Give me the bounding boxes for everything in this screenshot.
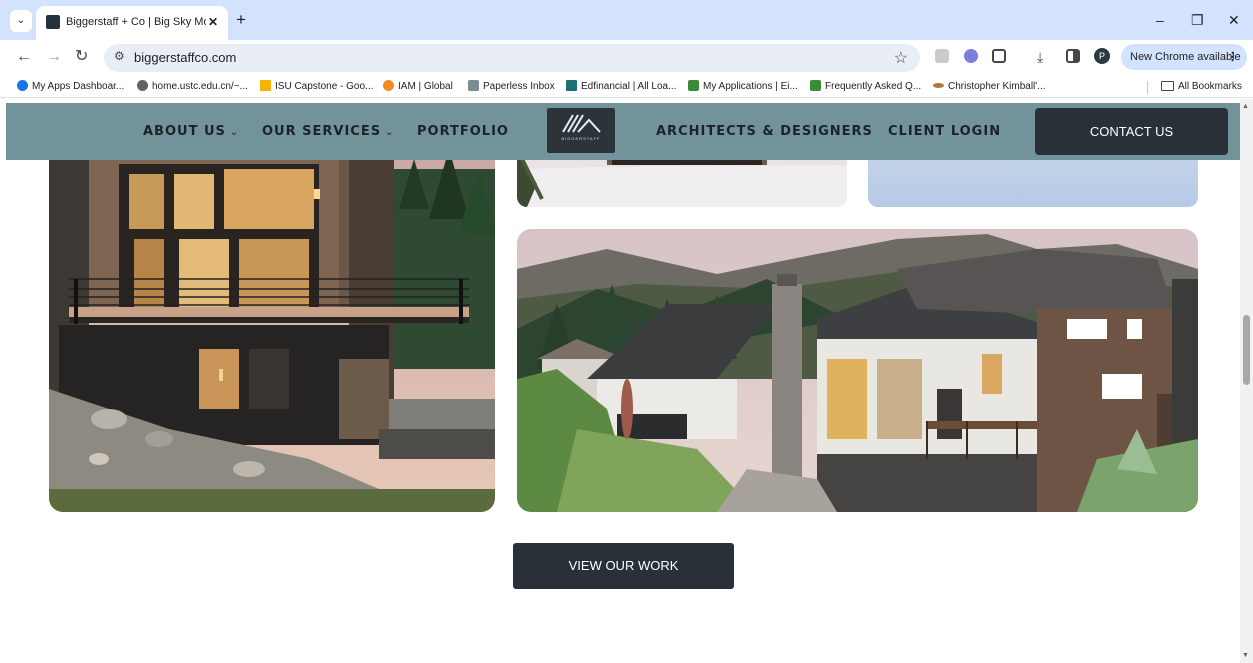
bookmark-item[interactable]: Christopher Kimball'... [933, 79, 1046, 94]
minimize-button[interactable]: – [1156, 10, 1164, 30]
bookmark-favicon-icon [688, 80, 699, 91]
site-favicon-icon [46, 15, 60, 29]
bookmark-favicon-icon [17, 80, 28, 91]
extension-icon[interactable] [935, 49, 949, 63]
logo-wordmark: BIGGERSTAFF [561, 136, 601, 141]
site-header: ABOUT US ⌄ OUR SERVICES ⌄ PORTFOLIO BIGGER… [6, 103, 1240, 160]
bookmark-item[interactable]: Paperless Inbox [468, 79, 555, 94]
nav-client-login[interactable]: CLIENT LOGIN [888, 123, 1001, 140]
tab-title: Biggerstaff + Co | Big Sky Mont [66, 16, 206, 28]
close-window-button[interactable]: ✕ [1228, 10, 1240, 30]
bookmark-star-icon[interactable]: ☆ [894, 48, 908, 68]
scroll-up-icon[interactable]: ▲ [1242, 103, 1249, 110]
side-panel-icon[interactable] [1066, 49, 1080, 63]
download-icon[interactable]: ⤓ [1037, 48, 1043, 66]
extension-flower-icon[interactable] [964, 49, 978, 63]
nav-architects-designers[interactable]: ARCHITECTS & DESIGNERS [656, 123, 873, 140]
site-info-icon[interactable]: ⚙ [114, 49, 125, 63]
all-bookmarks-folder[interactable]: All Bookmarks [1161, 79, 1242, 94]
new-tab-button[interactable]: + [236, 10, 246, 30]
back-button[interactable]: ← [16, 47, 32, 67]
folder-icon [1161, 81, 1174, 91]
bookmarks-divider [1147, 81, 1148, 94]
profile-avatar[interactable]: P [1094, 48, 1110, 64]
new-chrome-label: New Chrome available [1130, 51, 1241, 63]
contact-us-button[interactable]: CONTACT US [1035, 108, 1228, 155]
drive-icon [260, 80, 271, 91]
bookmark-favicon-icon [933, 83, 944, 88]
new-chrome-available-button[interactable]: New Chrome available ⋮ [1121, 44, 1247, 70]
bookmark-item[interactable]: Frequently Asked Q... [810, 79, 921, 94]
bookmark-item[interactable]: ISU Capstone - Goo... [260, 79, 373, 94]
scroll-down-icon[interactable]: ▼ [1242, 652, 1249, 659]
tab-close-icon[interactable]: ✕ [208, 14, 218, 30]
reload-button[interactable]: ↻ [75, 47, 88, 67]
bookmark-favicon-icon [383, 80, 394, 91]
url-text[interactable]: biggerstaffco.com [134, 50, 236, 66]
portfolio-photo-mountain-home[interactable] [517, 229, 1198, 512]
chevron-down-icon: ⌄ [385, 127, 395, 138]
house-photo-illustration [49, 129, 495, 512]
nav-portfolio[interactable]: PORTFOLIO [417, 123, 509, 140]
bookmark-item[interactable]: Edfinancial | All Loa... [566, 79, 676, 94]
bookmark-favicon-icon [468, 80, 479, 91]
tab-strip: ⌄ Biggerstaff + Co | Big Sky Mont ✕ + – … [0, 0, 1253, 40]
page-scrollbar[interactable]: ▲ ▼ [1240, 99, 1253, 663]
bookmark-item[interactable]: My Applications | Ei... [688, 79, 798, 94]
address-bar[interactable]: ⚙ biggerstaffco.com ☆ [104, 44, 920, 72]
forward-button[interactable]: → [46, 47, 62, 67]
bookmarks-bar: My Apps Dashboar... home.ustc.edu.cn/~..… [0, 76, 1253, 98]
browser-tab[interactable]: Biggerstaff + Co | Big Sky Mont ✕ [36, 6, 228, 40]
bookmark-item[interactable]: My Apps Dashboar... [17, 79, 124, 94]
bookmark-item[interactable]: IAM | Global [383, 79, 453, 94]
bookmark-item[interactable]: home.ustc.edu.cn/~... [137, 79, 248, 94]
restore-button[interactable]: ❐ [1191, 10, 1204, 30]
view-our-work-button[interactable]: VIEW OUR WORK [513, 543, 734, 589]
globe-icon [137, 80, 148, 91]
tab-search-button[interactable]: ⌄ [10, 10, 32, 32]
logo-mountain-icon [562, 114, 601, 133]
extensions-puzzle-icon[interactable] [992, 49, 1006, 63]
bookmark-favicon-icon [566, 80, 577, 91]
chevron-down-icon: ⌄ [229, 127, 240, 138]
nav-about-us[interactable]: ABOUT US ⌄ [143, 123, 239, 141]
page-viewport: ABOUT US ⌄ OUR SERVICES ⌄ PORTFOLIO BIGGER… [0, 99, 1240, 663]
chrome-menu-icon[interactable]: ⋮ [1227, 44, 1238, 70]
bookmark-favicon-icon [810, 80, 821, 91]
biggerstaff-logo[interactable]: BIGGERSTAFF [547, 108, 615, 153]
mountain-home-illustration [517, 229, 1198, 512]
nav-our-services[interactable]: OUR SERVICES ⌄ [262, 123, 394, 141]
scrollbar-thumb[interactable] [1243, 315, 1250, 385]
portfolio-photo-modern-home-deck[interactable] [49, 129, 495, 512]
